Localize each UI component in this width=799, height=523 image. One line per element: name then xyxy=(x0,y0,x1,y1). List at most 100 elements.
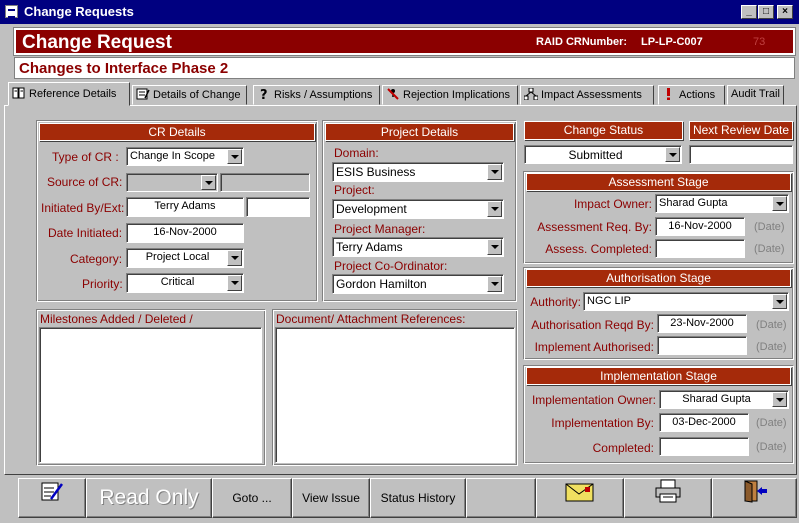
implementation-by-label: Implementation By: xyxy=(551,416,654,430)
documents-header: Document/ Attachment References: xyxy=(276,312,466,326)
source-of-cr-ext-field[interactable] xyxy=(220,173,310,192)
next-review-date-header: Next Review Date xyxy=(689,121,793,140)
chevron-down-icon[interactable] xyxy=(665,147,680,162)
date-hint: (Date) xyxy=(756,441,787,453)
tab-reference-details[interactable]: Reference Details xyxy=(8,82,130,106)
milestones-header: Milestones Added / Deleted / xyxy=(40,312,193,326)
completed-label: Completed: xyxy=(592,441,654,455)
tab-strip: Reference Details Details of Change ? Ri… xyxy=(4,82,799,106)
project-manager-label: Project Manager: xyxy=(334,222,426,236)
tab-audit-trail[interactable]: Audit Trail xyxy=(727,85,784,105)
milestones-list[interactable] xyxy=(39,327,262,463)
impact-owner-value: Sharad Gupta xyxy=(659,197,728,209)
rejection-icon xyxy=(386,88,400,100)
initiated-ext-field[interactable] xyxy=(246,197,310,217)
implement-authorised-field[interactable] xyxy=(657,336,747,355)
project-coordinator-select[interactable]: Gordon Hamilton xyxy=(332,274,504,294)
chevron-down-icon[interactable] xyxy=(487,201,502,217)
email-button[interactable] xyxy=(536,478,624,518)
implementation-by-field[interactable]: 03-Dec-2000 xyxy=(659,413,749,432)
assess-completed-field[interactable] xyxy=(655,239,745,258)
project-label: Project: xyxy=(334,183,375,197)
goto-button[interactable]: Goto ... xyxy=(212,478,292,518)
type-of-cr-value: Change In Scope xyxy=(130,150,216,162)
change-status-header: Change Status xyxy=(524,121,683,140)
documents-list[interactable] xyxy=(275,327,515,463)
chevron-down-icon[interactable] xyxy=(227,250,242,266)
next-review-date-field[interactable] xyxy=(689,145,793,164)
print-button[interactable] xyxy=(624,478,712,518)
title-bar: Change Requests _ □ × xyxy=(0,0,799,24)
category-value: Project Local xyxy=(145,251,210,263)
tab-rejection-implications[interactable]: Rejection Implications xyxy=(382,85,518,105)
chevron-down-icon[interactable] xyxy=(772,392,787,407)
status-history-label: Status History xyxy=(380,491,456,505)
minimize-button[interactable]: _ xyxy=(741,5,757,19)
tab-impact-assessments[interactable]: Impact Assessments xyxy=(520,85,654,105)
tab-risks-assumptions[interactable]: ? Risks / Assumptions xyxy=(253,85,380,105)
tab-actions[interactable]: Actions xyxy=(658,85,725,105)
cr-title-field[interactable]: Changes to Interface Phase 2 xyxy=(14,57,795,79)
project-manager-select[interactable]: Terry Adams xyxy=(332,237,504,257)
authority-label: Authority: xyxy=(530,295,581,309)
implementation-owner-select[interactable]: Sharad Gupta xyxy=(659,390,789,409)
chevron-down-icon[interactable] xyxy=(227,149,242,164)
edit-button[interactable] xyxy=(18,478,86,518)
source-of-cr-label: Source of CR: xyxy=(47,175,123,189)
chevron-down-icon[interactable] xyxy=(772,196,787,211)
chevron-down-icon[interactable] xyxy=(772,294,787,309)
exit-button[interactable] xyxy=(712,478,797,518)
initiated-by-value: Terry Adams xyxy=(154,200,216,212)
close-button[interactable]: × xyxy=(777,5,793,19)
chevron-down-icon[interactable] xyxy=(227,275,242,291)
view-issue-button[interactable]: View Issue xyxy=(292,478,370,518)
chevron-down-icon[interactable] xyxy=(487,164,502,180)
assessment-req-by-field[interactable]: 16-Nov-2000 xyxy=(655,217,745,236)
assess-completed-label: Assess. Completed: xyxy=(545,242,652,256)
initiated-by-field[interactable]: Terry Adams xyxy=(126,197,244,217)
blank-button[interactable] xyxy=(466,478,536,518)
assessment-stage-header: Assessment Stage xyxy=(526,173,791,191)
form-title: Change Request xyxy=(22,32,172,53)
tab-label: Risks / Assumptions xyxy=(274,89,373,101)
date-initiated-field[interactable]: 16-Nov-2000 xyxy=(126,223,244,243)
status-history-button[interactable]: Status History xyxy=(370,478,466,518)
chevron-down-icon[interactable] xyxy=(487,239,502,255)
printer-icon xyxy=(654,479,682,518)
completed-field[interactable] xyxy=(659,437,749,456)
maximize-button[interactable]: □ xyxy=(758,5,774,19)
authorisation-reqd-by-label: Authorisation Reqd By: xyxy=(531,318,654,332)
cr-title: Changes to Interface Phase 2 xyxy=(19,60,229,77)
implement-authorised-label: Implement Authorised: xyxy=(534,340,654,354)
priority-label: Priority: xyxy=(82,277,123,291)
authorisation-stage-header: Authorisation Stage xyxy=(526,269,791,287)
impact-owner-select[interactable]: Sharad Gupta xyxy=(655,194,789,213)
date-hint: (Date) xyxy=(754,221,785,233)
category-select[interactable]: Project Local xyxy=(126,248,244,268)
read-only-button[interactable]: Read Only xyxy=(86,478,212,518)
source-of-cr-select[interactable] xyxy=(126,173,218,192)
type-of-cr-select[interactable]: Change In Scope xyxy=(126,147,244,166)
category-label: Category: xyxy=(70,252,123,266)
notepad-icon xyxy=(136,88,150,100)
svg-text:?: ? xyxy=(260,88,268,100)
project-select[interactable]: Development xyxy=(332,199,504,219)
authorisation-reqd-by-field[interactable]: 23-Nov-2000 xyxy=(657,314,747,333)
change-status-value: Submitted xyxy=(568,148,623,162)
change-status-select[interactable]: Submitted xyxy=(524,145,682,164)
form-icon xyxy=(5,5,18,18)
chevron-down-icon[interactable] xyxy=(201,175,216,190)
authority-select[interactable]: NGC LIP xyxy=(583,292,789,311)
authority-value: NGC LIP xyxy=(587,295,632,307)
priority-value: Critical xyxy=(160,276,195,288)
date-initiated-value: 16-Nov-2000 xyxy=(153,226,217,238)
priority-select[interactable]: Critical xyxy=(126,273,244,293)
tab-details-of-change[interactable]: Details of Change xyxy=(132,85,247,105)
raid-number-value: LP-LP-C007 xyxy=(641,36,703,48)
read-only-label: Read Only xyxy=(99,486,199,509)
question-icon: ? xyxy=(257,88,271,103)
tab-label: Rejection Implications xyxy=(403,89,510,101)
domain-select[interactable]: ESIS Business xyxy=(332,162,504,182)
project-value: Development xyxy=(336,202,407,216)
chevron-down-icon[interactable] xyxy=(487,276,502,292)
